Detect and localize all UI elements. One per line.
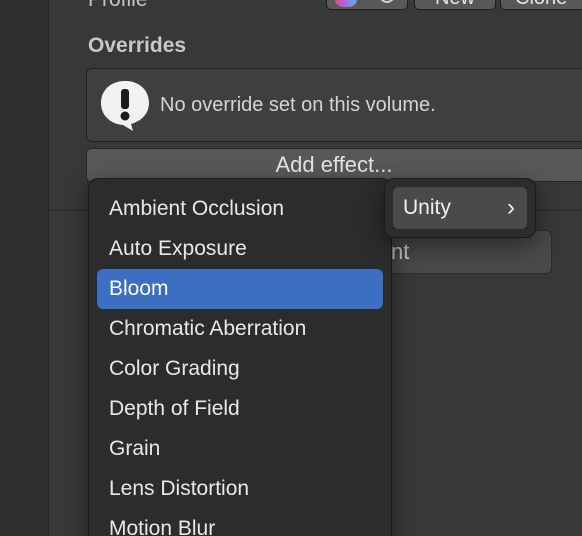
help-text: No override set on this volume. xyxy=(160,94,436,116)
menu-item-depth-of-field[interactable]: Depth of Field xyxy=(97,389,383,429)
warning-speech-bubble-icon xyxy=(101,81,149,131)
help-box: No override set on this volume. xyxy=(86,68,582,142)
menu-item-lens-distortion[interactable]: Lens Distortion xyxy=(97,469,383,509)
inspector-page: Profile New Clone Overrides No override … xyxy=(0,0,582,536)
profile-label: Profile xyxy=(88,0,148,12)
new-profile-button[interactable]: New xyxy=(414,0,496,10)
overrides-heading: Overrides xyxy=(88,34,187,57)
profile-asset-icon xyxy=(335,0,357,7)
submenu-item-unity[interactable]: Unity › xyxy=(393,187,527,229)
add-effect-button[interactable]: Add effect... xyxy=(86,148,582,182)
left-panel-strip xyxy=(0,0,49,536)
object-picker-icon[interactable] xyxy=(379,0,395,3)
submenu-item-label: Unity xyxy=(403,196,451,219)
menu-item-auto-exposure[interactable]: Auto Exposure xyxy=(97,229,383,269)
chevron-right-icon: › xyxy=(507,194,515,221)
menu-item-color-grading[interactable]: Color Grading xyxy=(97,349,383,389)
profile-object-field[interactable] xyxy=(326,0,408,10)
menu-item-bloom[interactable]: Bloom xyxy=(97,269,383,309)
add-effect-menu: Ambient Occlusion Auto Exposure Bloom Ch… xyxy=(88,178,392,536)
menu-item-ambient-occlusion[interactable]: Ambient Occlusion xyxy=(97,189,383,229)
unity-submenu: Unity › xyxy=(384,178,536,238)
clone-profile-button[interactable]: Clone xyxy=(500,0,582,10)
menu-item-motion-blur[interactable]: Motion Blur xyxy=(97,509,383,536)
menu-item-chromatic-aberration[interactable]: Chromatic Aberration xyxy=(97,309,383,349)
menu-item-grain[interactable]: Grain xyxy=(97,429,383,469)
